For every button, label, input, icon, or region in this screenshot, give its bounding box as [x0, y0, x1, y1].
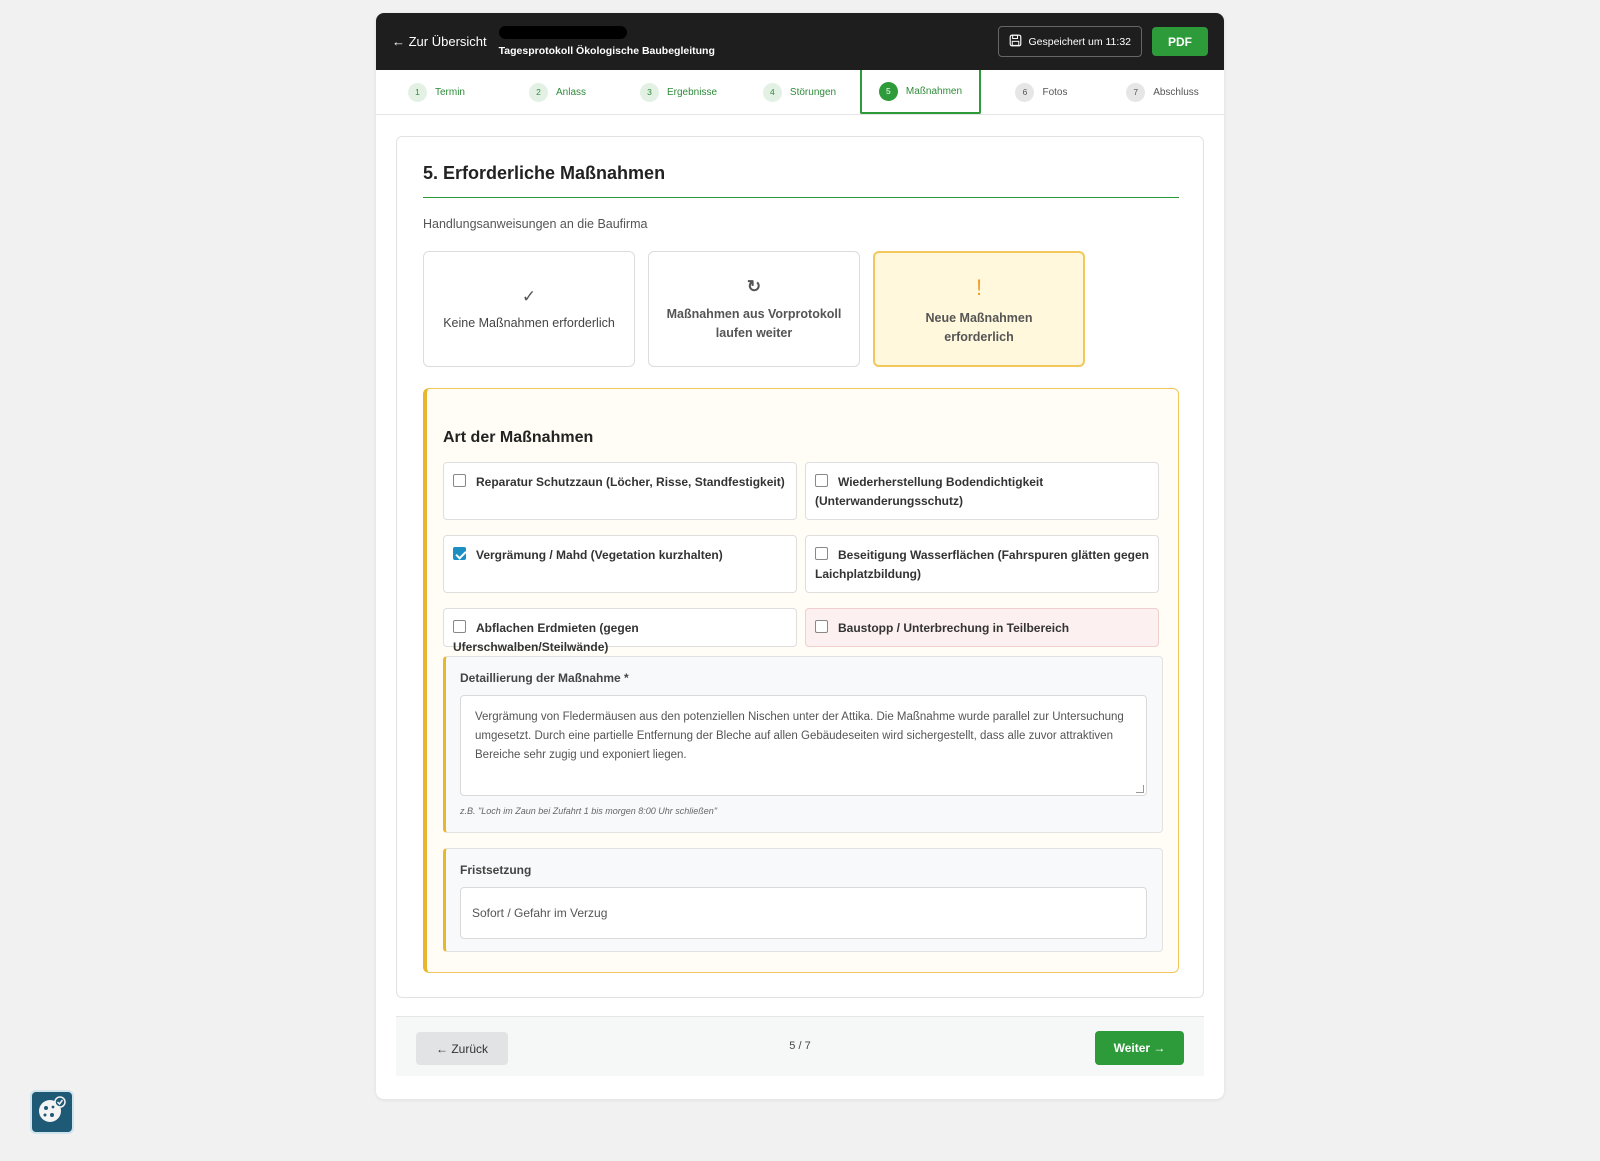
step-number: 6 — [1015, 82, 1035, 102]
checkbox[interactable] — [815, 474, 828, 487]
option-soil-sealing[interactable]: Wiederherstellung Bodendichtigkeit (Unte… — [805, 462, 1159, 520]
measures-title: Art der Maßnahmen — [443, 429, 594, 446]
choice-new-measures[interactable]: ! Neue Maßnahmen erforderlich — [873, 251, 1085, 367]
detail-label: Detaillierung der Maßnahme * — [460, 671, 629, 685]
option-label: Vergrämung / Mahd (Vegetation kurzhalten… — [476, 548, 723, 562]
measures-panel: Art der Maßnahmen Reparatur Schutzzaun (… — [423, 388, 1179, 973]
detail-field-group: Detaillierung der Maßnahme * Vergrämung … — [443, 656, 1163, 833]
step-fotos[interactable]: 6 Fotos — [981, 70, 1102, 114]
step-number: 4 — [762, 82, 782, 102]
detail-text: Vergrämung von Fledermäusen aus den pote… — [475, 711, 1124, 761]
step-termin[interactable]: 1 Termin — [376, 70, 497, 114]
step-progress: 5 / 7 — [789, 1040, 811, 1052]
saved-status-button[interactable]: Gespeichert um 11:32 — [998, 26, 1142, 57]
document-title: Tagesprotokoll Ökologische Baubegleitung — [498, 45, 715, 57]
detail-hint: z.B. "Loch im Zaun bei Zufahrt 1 bis mor… — [460, 806, 718, 816]
step-label: Abschluss — [1153, 86, 1199, 98]
exclamation-icon: ! — [975, 274, 983, 300]
saved-status-label: Gespeichert um 11:32 — [1028, 35, 1131, 48]
section-divider — [423, 197, 1179, 198]
choice-label: Keine Maßnahmen erforderlich — [443, 316, 615, 331]
deadline-select[interactable]: Sofort / Gefahr im Verzug — [460, 887, 1147, 939]
step-label: Ergebnisse — [666, 86, 718, 98]
step-number: 7 — [1126, 82, 1146, 102]
step-label: Fotos — [1042, 86, 1068, 98]
step-ergebnisse[interactable]: 3 Ergebnisse — [618, 70, 739, 114]
deadline-label: Fristsetzung — [460, 863, 532, 877]
checkmark-icon: ✓ — [521, 287, 537, 307]
choice-previous-measures[interactable]: ↻ Maßnahmen aus Vorprotokoll laufen weit… — [648, 251, 860, 367]
option-label: Abflachen Erdmieten (gegen Uferschwalben… — [453, 621, 639, 655]
pdf-button[interactable]: PDF — [1152, 27, 1208, 56]
option-remove-water[interactable]: Beseitigung Wasserflächen (Fahrspuren gl… — [805, 535, 1159, 593]
step-number: 1 — [407, 82, 427, 102]
measures-card: 5. Erforderliche Maßnahmen Handlungsanwe… — [396, 136, 1204, 998]
step-stoerungen[interactable]: 4 Störungen — [739, 70, 860, 114]
deadline-field-group: Fristsetzung Sofort / Gefahr im Verzug — [443, 848, 1163, 952]
step-anlass[interactable]: 2 Anlass — [497, 70, 618, 114]
option-construction-stop[interactable]: Baustopp / Unterbrechung in Teilbereich — [805, 608, 1159, 647]
option-label: Beseitigung Wasserflächen (Fahrspuren gl… — [815, 548, 1149, 582]
step-label: Maßnahmen — [905, 85, 963, 97]
option-deterrence-mowing[interactable]: Vergrämung / Mahd (Vegetation kurzhalten… — [443, 535, 797, 593]
option-repair-fence[interactable]: Reparatur Schutzzaun (Löcher, Risse, Sta… — [443, 462, 797, 520]
step-navigation: 1 Termin 2 Anlass 3 Ergebnisse 4 Störungen 5… — [376, 70, 1224, 115]
step-label: Störungen — [789, 86, 837, 98]
footer-navigation: ← Zurück 5 / 7 Weiter → — [396, 1016, 1204, 1076]
choice-label: Maßnahmen aus Vorprotokoll laufen weiter — [666, 306, 842, 341]
top-bar: ← Zur Übersicht Tagesprotokoll Ökologisc… — [376, 13, 1224, 70]
option-flatten-mounds[interactable]: Abflachen Erdmieten (gegen Uferschwalben… — [443, 608, 797, 654]
checkbox[interactable] — [815, 620, 828, 633]
refresh-icon: ↻ — [746, 277, 762, 297]
step-label: Termin — [434, 86, 465, 98]
step-massnahmen[interactable]: 5 Maßnahmen — [860, 70, 981, 114]
option-label: Reparatur Schutzzaun (Löcher, Risse, Sta… — [476, 475, 785, 489]
checkbox-checked[interactable] — [453, 547, 466, 560]
step-abschluss[interactable]: 7 Abschluss — [1102, 70, 1223, 114]
option-label: Baustopp / Unterbrechung in Teilbereich — [838, 621, 1070, 635]
step-number: 3 — [639, 82, 659, 102]
step-number: 2 — [528, 82, 548, 102]
back-to-overview-link[interactable]: ← Zur Übersicht — [392, 34, 487, 49]
option-label: Wiederherstellung Bodendichtigkeit (Unte… — [815, 475, 1044, 509]
deadline-value: Sofort / Gefahr im Verzug — [472, 906, 608, 920]
checkbox[interactable] — [453, 474, 466, 487]
next-button[interactable]: Weiter → — [1095, 1031, 1184, 1065]
resize-handle-icon[interactable] — [1136, 785, 1144, 793]
section-title: 5. Erforderliche Maßnahmen — [423, 163, 666, 183]
step-number: 5 — [878, 81, 898, 101]
step-label: Anlass — [555, 86, 586, 98]
redacted-project-name — [498, 26, 627, 39]
choice-label: Neue Maßnahmen erforderlich — [925, 310, 1033, 345]
checkbox[interactable] — [453, 620, 466, 633]
section-subtitle: Handlungsanweisungen an die Baufirma — [423, 217, 648, 231]
cookie-icon — [36, 1094, 68, 1131]
detail-textarea[interactable]: Vergrämung von Fledermäusen aus den pote… — [460, 695, 1147, 796]
protocol-app: ← Zur Übersicht Tagesprotokoll Ökologisc… — [376, 13, 1224, 1099]
choice-no-measures[interactable]: ✓ Keine Maßnahmen erforderlich — [423, 251, 635, 367]
cookie-settings-button[interactable] — [30, 1090, 74, 1134]
save-disk-icon — [1009, 34, 1022, 50]
checkbox[interactable] — [815, 547, 828, 560]
